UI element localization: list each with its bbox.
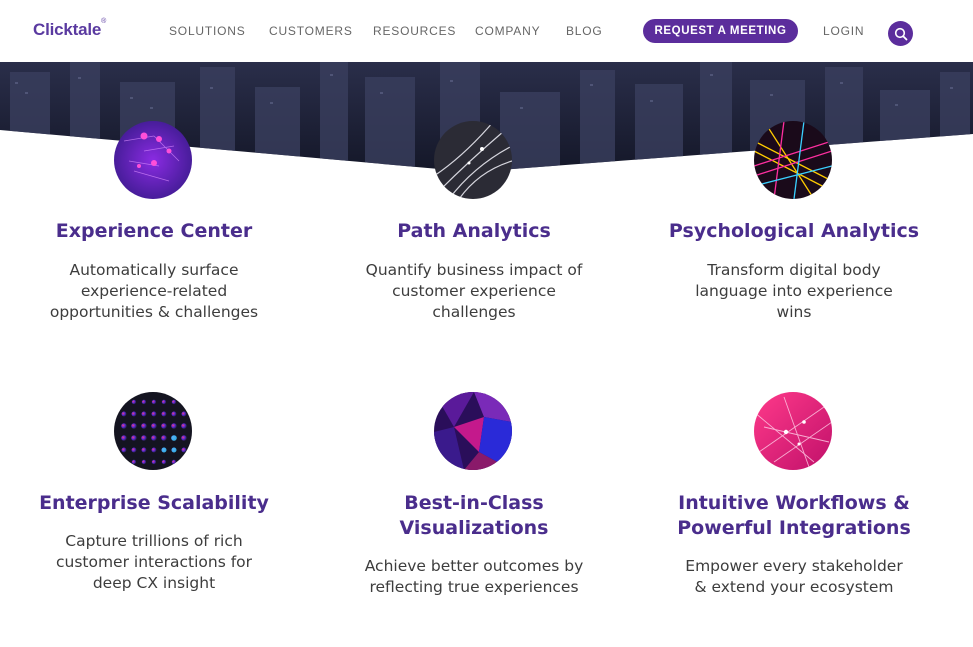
feature-title[interactable]: Best-in-Class Visualizations (324, 491, 624, 541)
search-icon (894, 27, 907, 40)
nav-customers[interactable]: CUSTOMERS (269, 24, 353, 38)
feature-title[interactable]: Psychological Analytics (644, 219, 944, 244)
feature-description: Automatically surface experience-related o… (49, 261, 259, 321)
polygon-shards-icon (434, 392, 512, 470)
feature-description: Quantify business impact of customer expe… (365, 261, 583, 321)
neon-grid-icon (754, 121, 832, 199)
feature-title[interactable]: Experience Center (4, 219, 304, 244)
nav-blog[interactable]: BLOG (566, 24, 603, 38)
feature-best-in-class-visualizations: Best-in-Class Visualizations Achieve bett… (324, 491, 624, 598)
light-trails-icon (434, 121, 512, 199)
feature-enterprise-scalability: Enterprise Scalability Capture trillions… (4, 491, 304, 594)
request-meeting-button[interactable]: REQUEST A MEETING (643, 19, 798, 43)
pink-network-icon (754, 392, 832, 470)
nav-resources[interactable]: RESOURCES (373, 24, 456, 38)
feature-description: Capture trillions of rich customer intera… (55, 532, 253, 592)
network-purple-icon (114, 121, 192, 199)
feature-title[interactable]: Path Analytics (324, 219, 624, 244)
dot-sphere-icon (114, 392, 192, 470)
top-navigation: Clicktale® SOLUTIONS CUSTOMERS RESOURCES… (0, 0, 973, 62)
feature-description: Transform digital body language into expe… (695, 261, 893, 321)
search-button[interactable] (888, 21, 913, 46)
feature-title[interactable]: Intuitive Workflows & Powerful Integratio… (644, 491, 944, 541)
feature-description: Empower every stakeholder & extend your e… (685, 557, 903, 596)
feature-description: Achieve better outcomes by reflecting tru… (364, 557, 584, 596)
login-link[interactable]: LOGIN (823, 24, 864, 38)
clicktale-logo[interactable]: Clicktale® (33, 18, 106, 40)
feature-intuitive-workflows: Intuitive Workflows & Powerful Integratio… (644, 491, 944, 598)
nav-solutions[interactable]: SOLUTIONS (169, 24, 246, 38)
feature-path-analytics: Path Analytics Quantify business impact … (324, 219, 624, 323)
feature-experience-center: Experience Center Automatically surface e… (4, 219, 304, 323)
feature-title[interactable]: Enterprise Scalability (4, 491, 304, 516)
nav-company[interactable]: COMPANY (475, 24, 540, 38)
feature-psychological-analytics: Psychological Analytics Transform digita… (644, 219, 944, 323)
